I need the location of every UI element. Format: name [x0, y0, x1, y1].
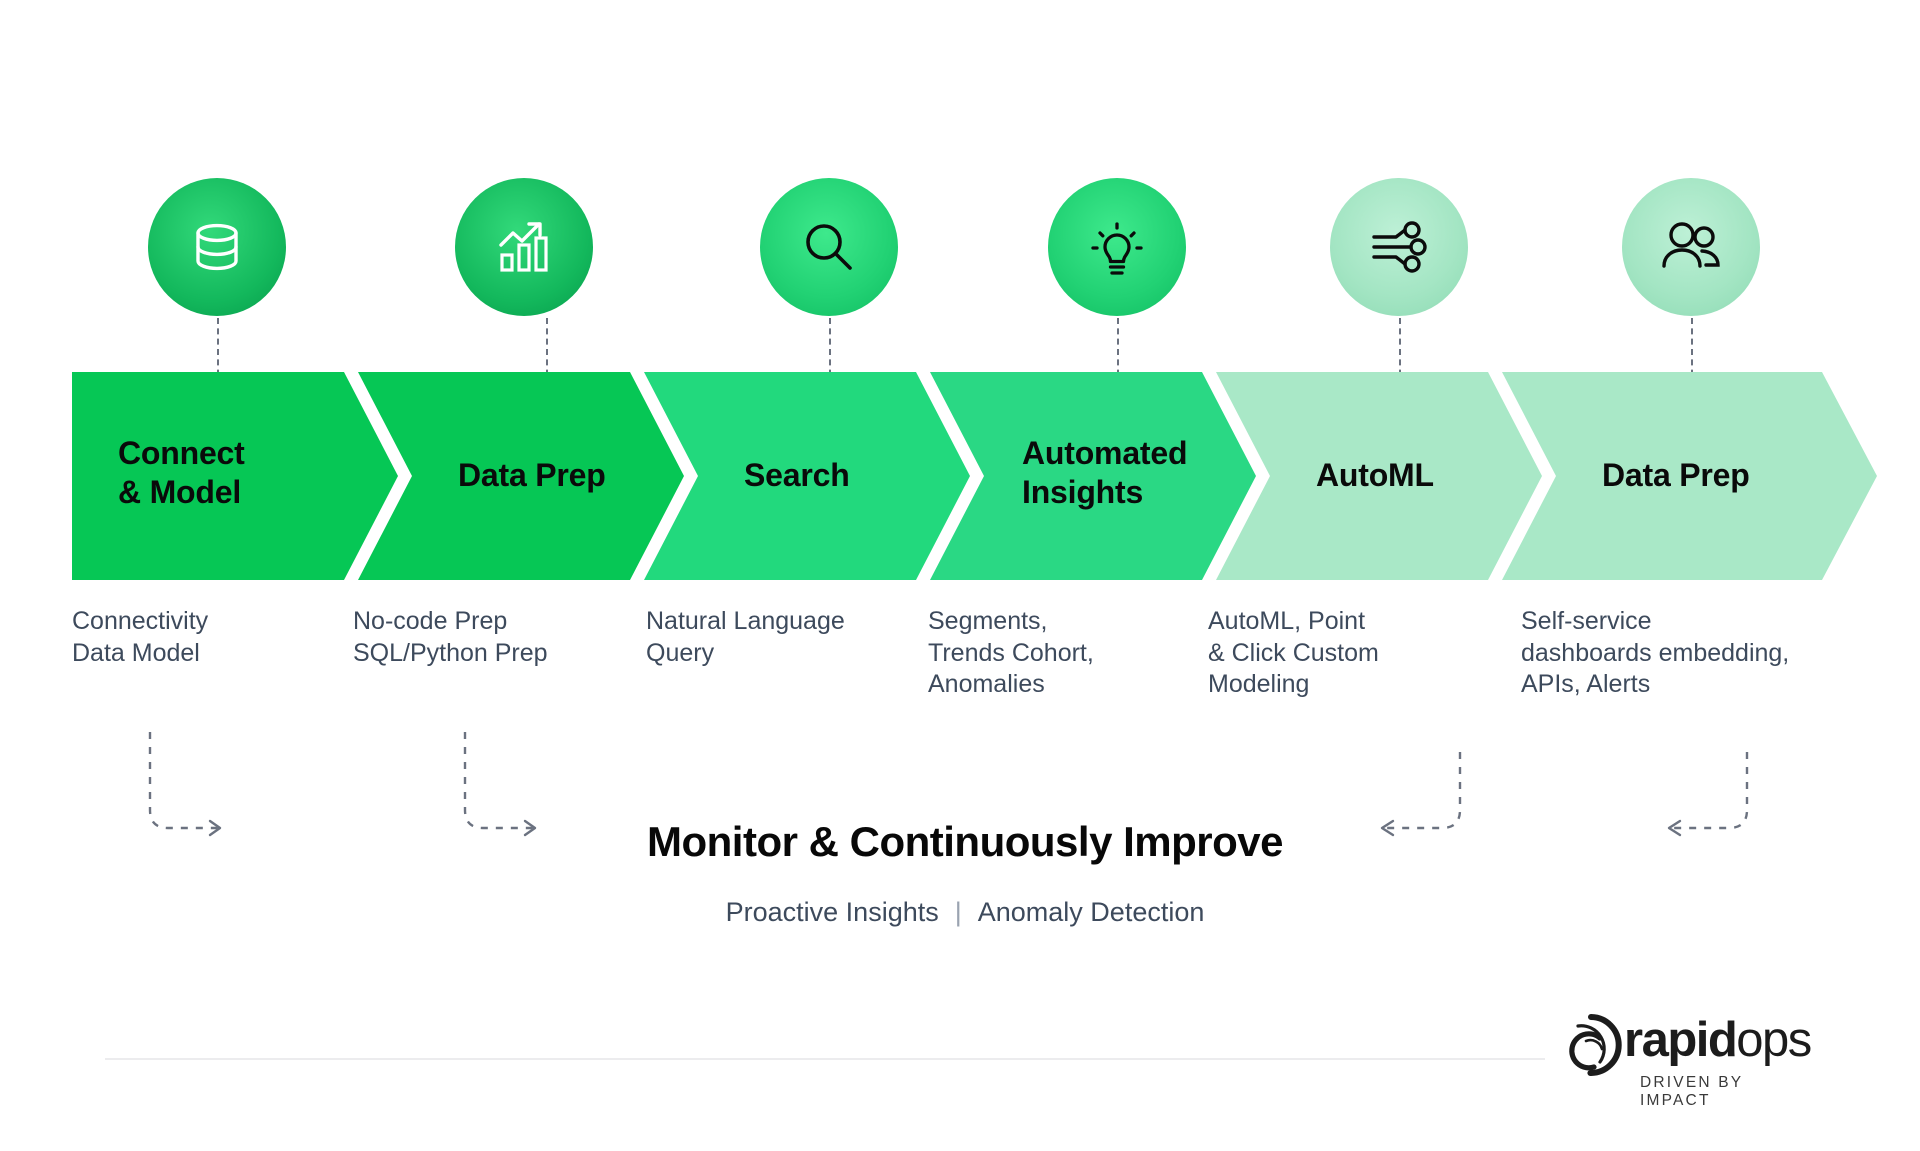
database-icon: [186, 216, 248, 278]
chevron-label-4: Automated Insights: [1022, 434, 1188, 510]
caption-stage-2: No-code Prep SQL/Python Prep: [353, 607, 548, 667]
chevron-stage-6[interactable]: Data Prep: [1502, 372, 1877, 580]
rapidops-logo-mark: [1560, 1014, 1622, 1081]
chevron-stage-4[interactable]: Automated Insights: [930, 372, 1256, 580]
footer-divider: [105, 1058, 1545, 1060]
icon-circle-search: [760, 178, 898, 316]
icon-circle-bar-chart: [455, 178, 593, 316]
model-nodes-icon: [1368, 216, 1430, 278]
loop-arrow-right-1: [140, 732, 260, 857]
loop-arrow-right-2: [455, 732, 575, 857]
chevron-label-2: Data Prep: [458, 457, 606, 494]
caption-stage-6: Self-service dashboards embedding, APIs,…: [1521, 607, 1790, 698]
icon-circle-lightbulb: [1048, 178, 1186, 316]
chevron-label-6: Data Prep: [1602, 457, 1750, 494]
lightbulb-idea-icon: [1085, 215, 1149, 279]
loop-arrow-left-2: [1642, 752, 1772, 877]
logo-bold-part: rapid: [1624, 1013, 1738, 1067]
monitor-sub-right: Anomaly Detection: [977, 897, 1205, 927]
caption-stage-1: Connectivity Data Model: [72, 607, 209, 667]
caption-stage-4: Segments, Trends Cohort, Anomalies: [928, 607, 1094, 698]
rapidops-logo: rapidops DRIVEN BY IMPACT: [1560, 1010, 1820, 1109]
process-chevron-band: Connect & Model Data Prep Search Automat…: [72, 372, 1877, 580]
monitor-title: Monitor & Continuously Improve: [647, 818, 1283, 865]
chevron-label-5: AutoML: [1316, 457, 1434, 494]
icon-circle-database: [148, 178, 286, 316]
chevron-stage-5[interactable]: AutoML: [1216, 372, 1542, 580]
search-icon: [798, 216, 860, 278]
rapidops-logo-tagline: DRIVEN BY IMPACT: [1640, 1074, 1744, 1109]
bar-chart-growth-icon: [492, 215, 556, 279]
infographic-canvas: Connect & Model Data Prep Search Automat…: [0, 0, 1920, 1151]
monitor-subtitle: Proactive Insights | Anomaly Detection: [595, 897, 1335, 928]
logo-light-part: ops: [1736, 1013, 1812, 1067]
chevron-label-3: Search: [744, 457, 850, 494]
caption-stage-3: Natural Language Query: [646, 607, 845, 667]
rapidops-logo-text: rapidops: [1624, 1013, 1812, 1067]
chevron-stage-1[interactable]: Connect & Model: [72, 372, 398, 580]
chevron-stage-2[interactable]: Data Prep: [358, 372, 684, 580]
caption-stage-5: AutoML, Point & Click Custom Modeling: [1208, 607, 1379, 698]
icon-circle-people: [1622, 178, 1760, 316]
monitor-sub-separator: |: [954, 897, 962, 927]
icon-circle-model-nodes: [1330, 178, 1468, 316]
chevron-stage-3[interactable]: Search: [644, 372, 970, 580]
loop-arrow-left-1: [1355, 752, 1485, 877]
people-icon: [1658, 216, 1724, 278]
chevron-label-1: Connect & Model: [118, 434, 245, 510]
monitor-sub-left: Proactive Insights: [725, 897, 939, 927]
